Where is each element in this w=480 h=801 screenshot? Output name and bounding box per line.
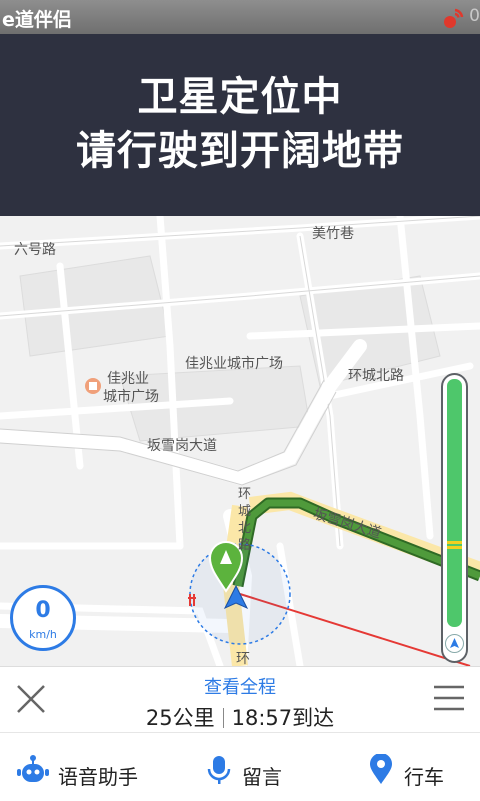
road-label-huancheng-vertical: 环城北路 bbox=[238, 487, 252, 553]
banner-subtitle: 请行驶到开阔地带 bbox=[76, 128, 404, 174]
route-progress-fill bbox=[447, 379, 462, 627]
remaining-distance: 25公里 bbox=[145, 706, 215, 730]
divider bbox=[222, 708, 224, 728]
speed-unit: km/h bbox=[29, 628, 57, 641]
message-label: 留言 bbox=[242, 765, 282, 789]
robot-assistant-icon bbox=[17, 755, 49, 782]
signal-count: 0 bbox=[469, 6, 480, 26]
message-button[interactable]: 留言 bbox=[206, 756, 306, 789]
voice-assistant-button[interactable]: 语音助手 bbox=[16, 755, 156, 789]
status-bar: e道伴侣 0 bbox=[0, 0, 480, 34]
driving-button[interactable]: 行车 bbox=[368, 754, 468, 789]
progress-marker bbox=[447, 546, 462, 549]
driving-label: 行车 bbox=[404, 765, 444, 789]
poi-label-line1: 佳兆业 bbox=[107, 371, 149, 387]
progress-marker bbox=[447, 541, 462, 544]
menu-icon[interactable] bbox=[432, 684, 466, 712]
trip-summary: 25公里 18:57到达 bbox=[0, 702, 480, 732]
signal-icon bbox=[444, 8, 464, 28]
location-pin-icon bbox=[370, 754, 392, 784]
speedometer: 0 km/h bbox=[10, 585, 76, 651]
microphone-icon bbox=[207, 756, 231, 784]
plaza-label: 佳兆业城市广场 bbox=[185, 356, 283, 372]
arrival-time: 18:57到达 bbox=[231, 706, 335, 730]
road-label-liuhao: 六号路 bbox=[14, 242, 56, 258]
road-label-huanchengbei: 环城北路 bbox=[348, 368, 404, 384]
progress-car-icon bbox=[445, 634, 464, 653]
app-name: e道伴侣 bbox=[2, 9, 72, 31]
banner-title: 卫星定位中 bbox=[137, 74, 343, 120]
voice-assistant-label: 语音助手 bbox=[58, 765, 138, 789]
road-label-huan-bottom: 环 bbox=[236, 651, 250, 666]
poi-icon bbox=[85, 378, 101, 394]
road-label-meizhuxiang: 美竹巷 bbox=[312, 226, 354, 242]
poi-label-line2: 城市广场 bbox=[103, 389, 159, 405]
view-full-route-link[interactable]: 查看全程 bbox=[0, 673, 480, 699]
gps-status-banner: 卫星定位中 请行驶到开阔地带 bbox=[0, 34, 480, 216]
speed-value: 0 bbox=[35, 598, 51, 623]
road-label-banxuegang: 坂雪岗大道 bbox=[147, 438, 217, 454]
route-progress-bar bbox=[441, 373, 468, 663]
